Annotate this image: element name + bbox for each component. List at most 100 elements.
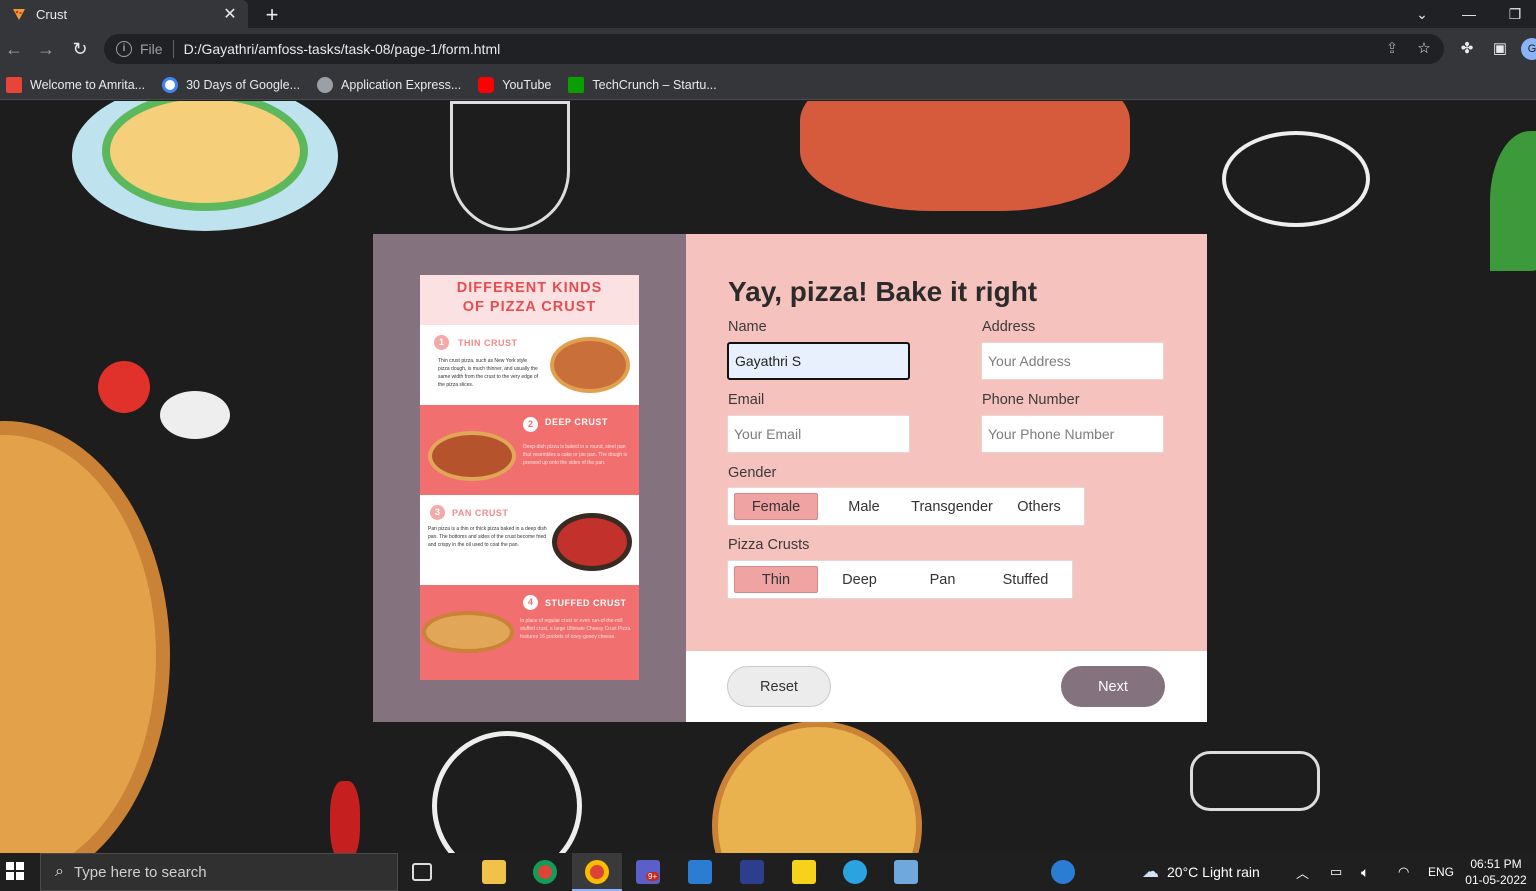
crust-option-thin[interactable]: Thin xyxy=(734,566,818,593)
thin-crust-pizza-image xyxy=(550,337,630,393)
mushroom-illustration xyxy=(160,391,230,439)
basil-illustration xyxy=(1490,131,1536,271)
gender-option-transgender[interactable]: Transgender xyxy=(910,493,994,520)
file-explorer-icon[interactable] xyxy=(482,860,506,884)
address-url[interactable]: D:/Gayathri/amfoss-tasks/task-08/page-1/… xyxy=(184,41,501,57)
form-footer: Reset Next xyxy=(686,651,1207,722)
infographic-section-thin: 1 THIN CRUST Thin crust pizza, such as N… xyxy=(420,325,639,405)
stuffed-crust-pizza-image xyxy=(422,611,514,653)
email-label: Email xyxy=(728,392,765,408)
crust-option-deep[interactable]: Deep xyxy=(818,566,901,593)
teams-icon[interactable]: 9+ xyxy=(636,860,660,884)
bookmark-amrita[interactable]: Welcome to Amrita... xyxy=(6,76,145,93)
tab-close-icon[interactable]: ✕ xyxy=(218,4,242,24)
address-input[interactable] xyxy=(981,342,1164,380)
clock-date: 01-05-2022 xyxy=(1465,873,1527,887)
show-hidden-icons-icon[interactable]: ︿ xyxy=(1296,853,1309,891)
forward-arrow-icon[interactable]: → xyxy=(34,36,58,62)
back-arrow-icon[interactable]: ← xyxy=(2,36,26,62)
chrome-active-taskbar-item[interactable] xyxy=(572,853,622,891)
browser-toolbar: ← → ↻ i File D:/Gayathri/amfoss-tasks/ta… xyxy=(0,28,1536,70)
weather-widget[interactable]: ☁ 20°C Light rain xyxy=(1142,853,1260,891)
techcrunch-icon xyxy=(568,76,585,93)
chrome-icon[interactable] xyxy=(533,860,557,884)
crust-option-pan[interactable]: Pan xyxy=(901,566,984,593)
rain-cloud-icon: ☁ xyxy=(1142,862,1159,881)
pizza-left-illustration xyxy=(0,421,170,853)
form-panel: Yay, pizza! Bake it right Name Address E… xyxy=(686,234,1207,651)
address-divider xyxy=(172,40,174,58)
restore-button[interactable]: ❐ xyxy=(1492,0,1536,28)
help-icon[interactable] xyxy=(1051,860,1075,884)
address-prefix: File xyxy=(140,41,163,57)
infographic-heading: DIFFERENT KINDS OF PIZZA CRUST xyxy=(420,275,639,325)
teams-badge: 9+ xyxy=(646,872,660,881)
new-tab-button[interactable]: + xyxy=(260,2,284,28)
bookmark-application-express[interactable]: Application Express... xyxy=(317,76,461,93)
task-view-icon[interactable] xyxy=(412,863,432,881)
infographic-section-stuffed: 4 STUFFED CRUST In place of regular crus… xyxy=(420,585,639,680)
tomato-illustration xyxy=(98,361,150,413)
wifi-icon[interactable]: ◠ xyxy=(1398,853,1409,891)
gender-option-others[interactable]: Others xyxy=(994,493,1084,520)
gender-label: Gender xyxy=(728,465,777,481)
profile-avatar[interactable]: G xyxy=(1521,38,1536,60)
reload-icon[interactable]: ↻ xyxy=(68,36,92,62)
phone-label: Phone Number xyxy=(982,392,1080,408)
pizza-crusts-label: Pizza Crusts xyxy=(728,537,810,553)
system-clock[interactable]: 06:51 PM 01-05-2022 xyxy=(1462,856,1530,888)
address-bar[interactable]: i File D:/Gayathri/amfoss-tasks/task-08/… xyxy=(104,34,1444,64)
crust-option-stuffed[interactable]: Stuffed xyxy=(984,566,1067,593)
pizza-slice-bottom-sketch-illustration xyxy=(1190,751,1320,811)
extensions-icon[interactable]: ✤ xyxy=(1455,37,1479,61)
powershell-icon[interactable] xyxy=(740,860,764,884)
deep-crust-pizza-image xyxy=(428,431,516,481)
email-input[interactable] xyxy=(727,415,910,453)
share-icon[interactable]: ⇪ xyxy=(1378,34,1406,64)
name-label: Name xyxy=(728,319,767,335)
pizza-crust-infographic: DIFFERENT KINDS OF PIZZA CRUST 1 THIN CR… xyxy=(420,275,639,680)
bookmark-star-icon[interactable]: ☆ xyxy=(1410,34,1438,64)
page-background: DIFFERENT KINDS OF PIZZA CRUST 1 THIN CR… xyxy=(0,101,1536,853)
card-image-panel: DIFFERENT KINDS OF PIZZA CRUST 1 THIN CR… xyxy=(373,234,686,722)
battery-icon[interactable]: ▭ xyxy=(1330,853,1342,891)
bookmark-google-30-days[interactable]: 30 Days of Google... xyxy=(162,76,300,93)
windows-start-icon[interactable] xyxy=(6,862,24,880)
amrita-icon xyxy=(6,76,22,93)
pizza-favicon-icon xyxy=(13,9,25,20)
chrome-profile-icon xyxy=(585,860,609,884)
crust-selector: Thin Deep Pan Stuffed xyxy=(727,560,1073,599)
google-icon xyxy=(162,76,179,93)
site-info-icon[interactable]: i xyxy=(116,41,132,57)
vscode-icon[interactable] xyxy=(688,860,712,884)
next-button[interactable]: Next xyxy=(1061,666,1165,707)
gender-option-male[interactable]: Male xyxy=(818,493,910,520)
pizza-bottom-illustration xyxy=(712,721,922,853)
taskbar-search-box[interactable]: ⌕ Type here to search xyxy=(40,853,398,891)
phone-input[interactable] xyxy=(981,415,1164,453)
address-label: Address xyxy=(982,319,1036,335)
bookmark-youtube[interactable]: YouTube xyxy=(478,76,551,93)
form-title: Yay, pizza! Bake it right xyxy=(728,276,1038,307)
minimize-button[interactable]: — xyxy=(1446,0,1492,28)
order-form-card: DIFFERENT KINDS OF PIZZA CRUST 1 THIN CR… xyxy=(373,234,1207,722)
bookmark-techcrunch[interactable]: TechCrunch – Startu... xyxy=(568,76,717,93)
volume-icon[interactable]: 🔈︎ xyxy=(1361,853,1369,891)
chili-illustration xyxy=(330,781,360,853)
gender-option-female[interactable]: Female xyxy=(734,493,818,520)
tab-search-icon[interactable]: ⌄ xyxy=(1399,0,1445,28)
sticky-notes-icon[interactable] xyxy=(792,860,816,884)
pizza-slice-sketch-illustration xyxy=(450,101,570,231)
name-input[interactable] xyxy=(727,342,910,380)
clock-time: 06:51 PM xyxy=(1470,857,1522,871)
donut-sketch-illustration xyxy=(1222,131,1370,227)
side-panel-icon[interactable]: ▣ xyxy=(1488,37,1512,61)
reset-button[interactable]: Reset xyxy=(727,666,831,707)
control-panel-icon[interactable] xyxy=(894,860,918,884)
language-indicator[interactable]: ENG xyxy=(1428,853,1454,891)
tab-crust[interactable]: Crust ✕ xyxy=(0,0,248,28)
telegram-icon[interactable] xyxy=(843,860,867,884)
bookmarks-bar: Welcome to Amrita... 30 Days of Google..… xyxy=(0,70,1536,100)
windows-taskbar: ⌕ Type here to search 9+ ☁ 20°C Light ra… xyxy=(0,853,1536,891)
pan-crust-pizza-image xyxy=(552,513,632,571)
